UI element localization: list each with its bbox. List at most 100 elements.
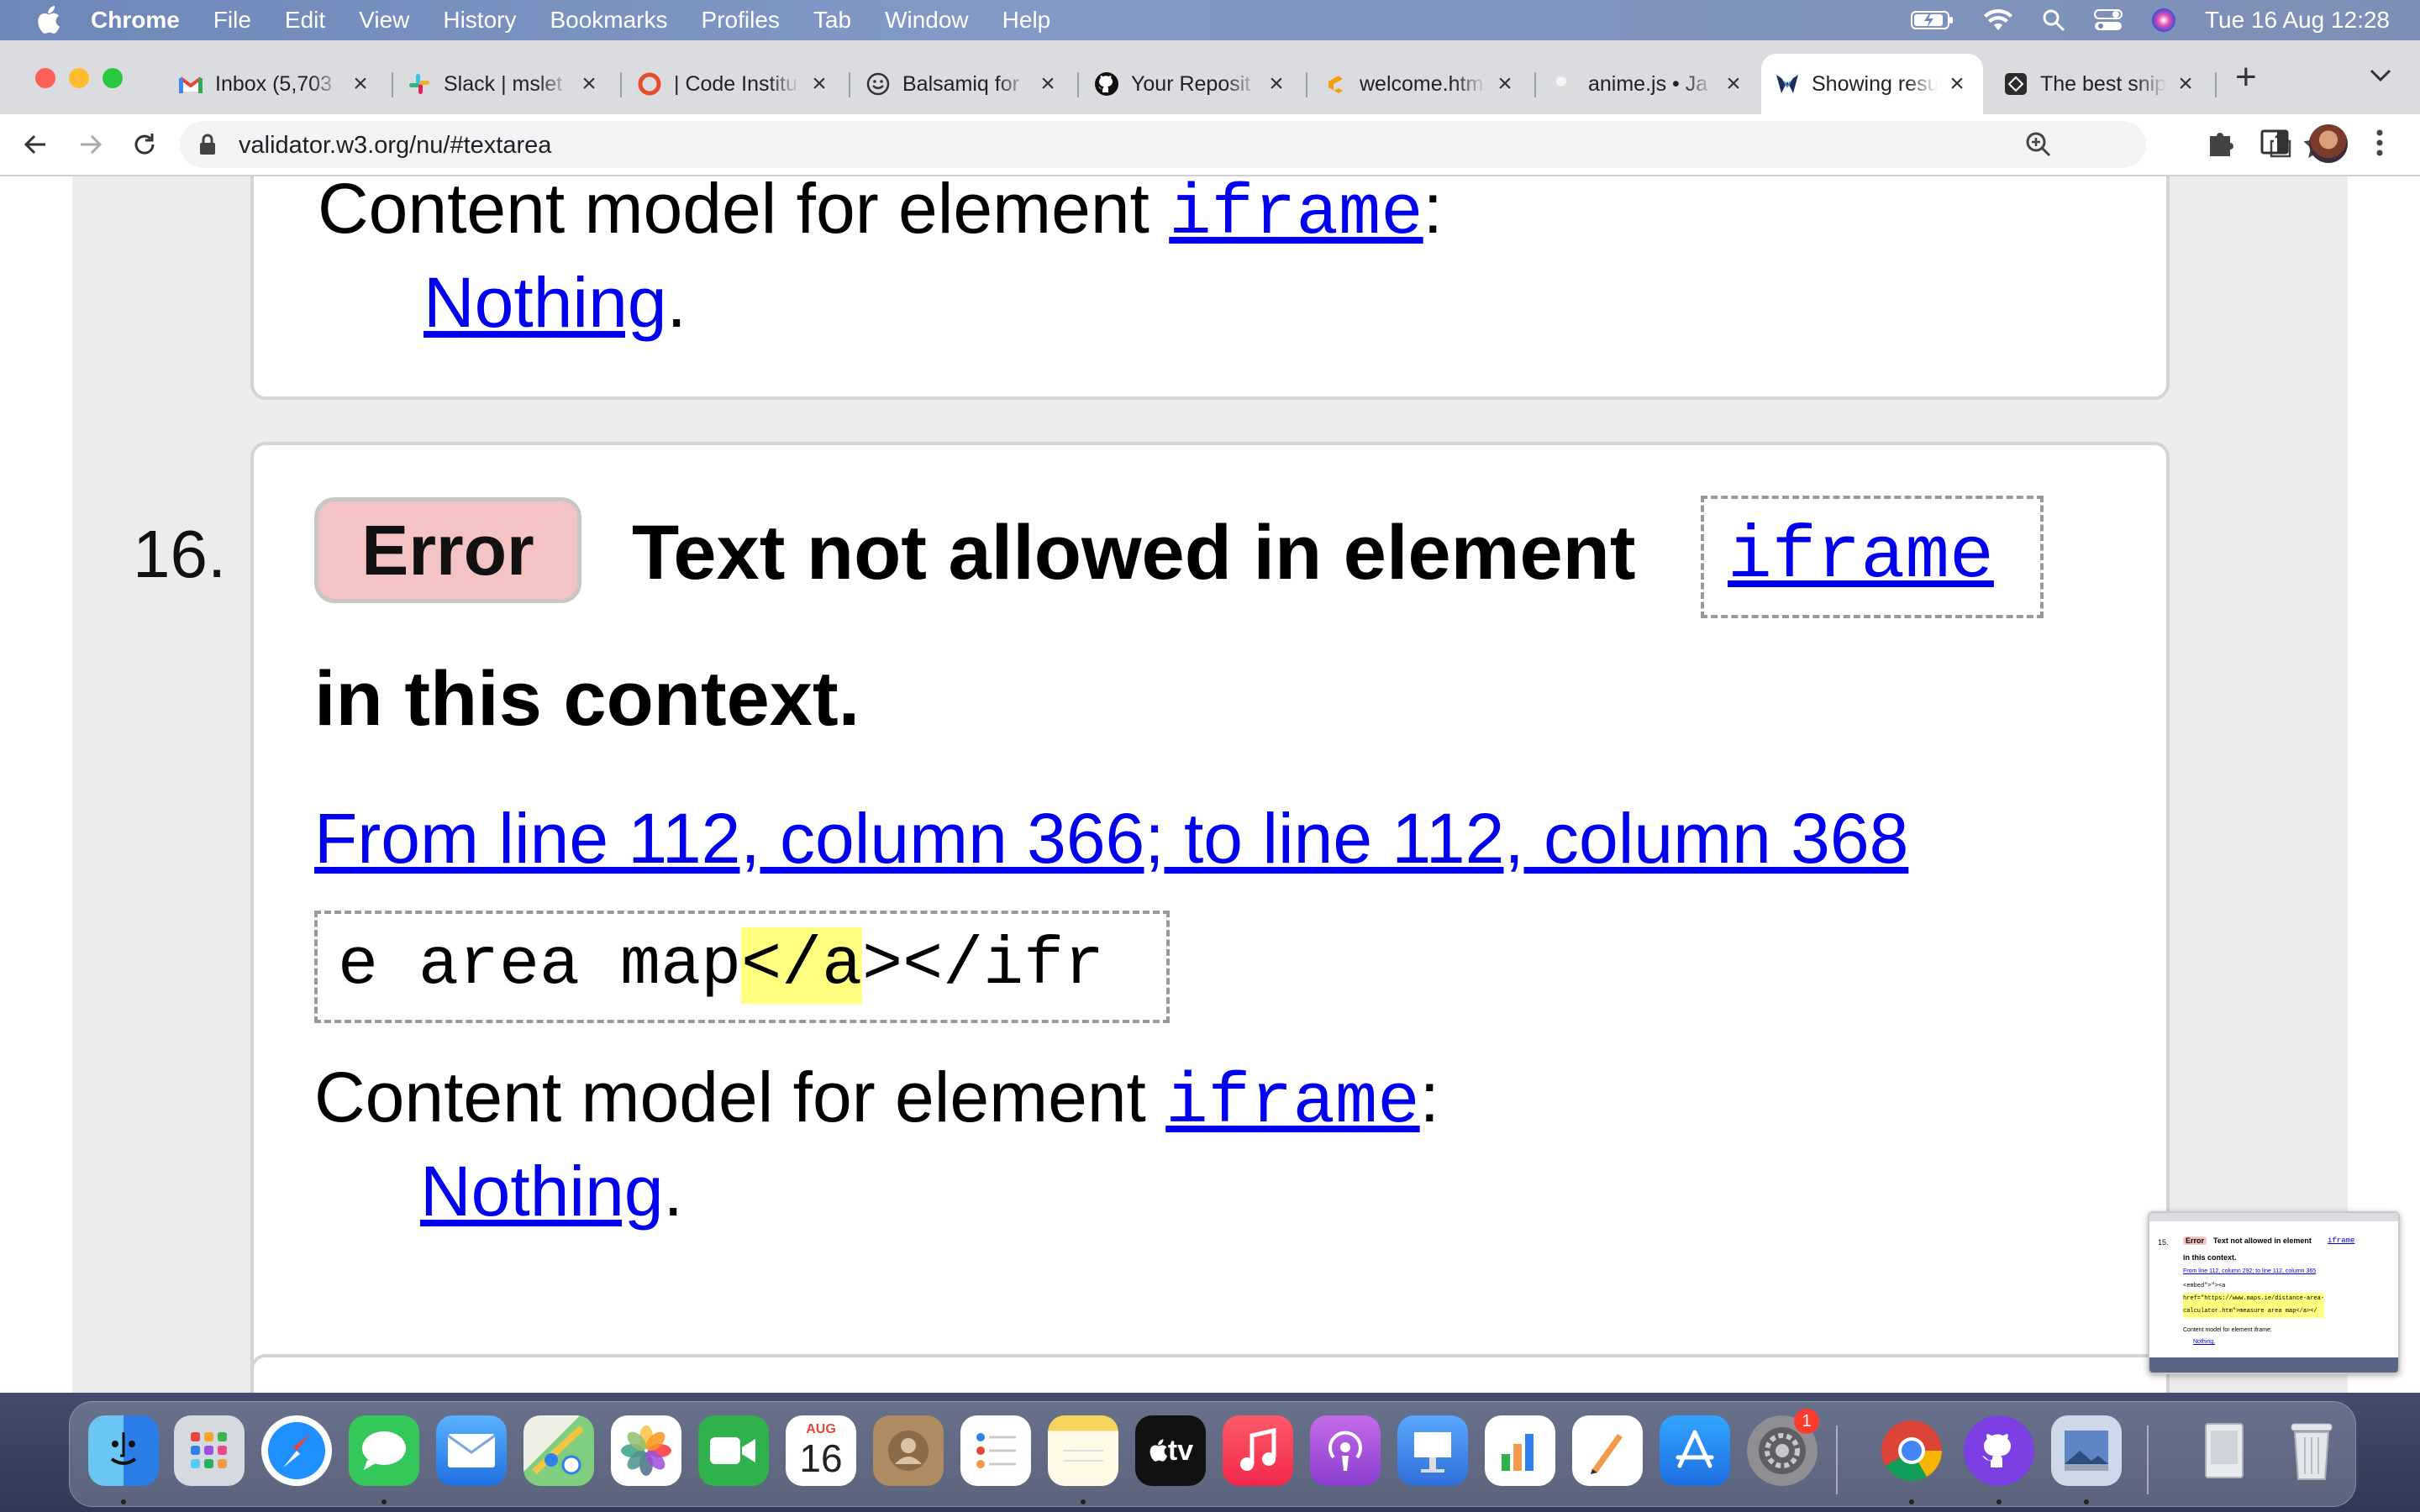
close-tab-icon[interactable]: × [1037,70,1059,97]
contacts-icon[interactable] [873,1415,944,1486]
chrome-menu-icon[interactable] [2375,128,2385,158]
mail-icon[interactable] [436,1415,507,1486]
apple-icon[interactable] [35,6,60,34]
extract-highlight: </a [741,927,863,1004]
new-tab-button[interactable]: + [2235,59,2257,96]
github-desktop-icon[interactable] [1964,1415,2034,1486]
close-tab-icon[interactable]: × [1494,70,1516,97]
element-link-iframe[interactable]: iframe [1165,1063,1419,1143]
close-tab-icon[interactable]: × [1265,70,1287,97]
element-link-iframe[interactable]: iframe [1728,516,1994,599]
close-tab-icon[interactable]: × [808,70,830,97]
menu-view[interactable]: View [359,7,409,34]
close-tab-icon[interactable]: × [2175,70,2196,97]
siri-icon[interactable] [2151,8,2176,33]
battery-icon[interactable] [1910,10,1954,30]
appletv-label: tv [1167,1434,1194,1467]
forward-button[interactable] [72,126,109,163]
nothing-link[interactable]: Nothing [420,1152,664,1231]
content-model-value: Nothing. [424,262,687,344]
keynote-icon[interactable] [1397,1415,1468,1486]
menu-profiles[interactable]: Profiles [702,7,780,34]
menu-file[interactable]: File [213,7,251,34]
colon-text: : [1419,1058,1440,1137]
spotlight-search-icon[interactable] [2042,8,2065,32]
thumb-code: <embed">"><a href="https://www.maps.ie/di… [2183,1280,2325,1318]
forward-arrow-icon [81,134,103,155]
launchpad-icon[interactable] [174,1415,245,1486]
reminders-icon[interactable] [960,1415,1031,1486]
thumb-dock [2149,1357,2398,1373]
tab-github[interactable]: Your Reposit × [1081,54,1297,114]
close-tab-icon[interactable]: × [1723,70,1744,97]
menu-edit[interactable]: Edit [285,7,325,34]
tab-separator [2215,72,2217,97]
tab-best-snippet[interactable]: The best snip × [1990,54,2212,114]
dock-separator [1836,1425,1838,1494]
tab-inbox[interactable]: Inbox (5,703 × [165,54,381,114]
menu-help[interactable]: Help [1002,7,1051,34]
minimize-window-button[interactable] [69,68,89,88]
side-panel-icon[interactable] [2260,128,2289,156]
page-viewport: Content model for element iframe: Nothin… [0,176,2420,1393]
tab-separator [1534,72,1536,97]
chrome-icon[interactable] [1876,1415,1947,1486]
pages-icon[interactable] [1572,1415,1643,1486]
tab-search-chevron-icon[interactable] [2370,69,2391,82]
close-tab-icon[interactable]: × [350,70,371,97]
menu-clock[interactable]: Tue 16 Aug 12:28 [2205,7,2390,34]
tab-code-institute[interactable]: | Code Institu × [623,54,840,114]
profile-avatar[interactable] [2309,124,2348,163]
tab-slack[interactable]: Slack | mslet × [393,54,610,114]
menu-window[interactable]: Window [885,7,969,34]
menu-tab[interactable]: Tab [813,7,851,34]
safari-icon[interactable] [261,1415,332,1486]
close-tab-icon[interactable]: × [578,70,600,97]
music-icon[interactable] [1223,1415,1293,1486]
tab-validator-results[interactable]: Showing resu × [1761,54,1983,114]
notes-icon[interactable] [1048,1415,1118,1486]
tab-label: Showing resu [1812,71,1938,96]
tab-balsamiq[interactable]: Balsamiq for × [852,54,1069,114]
menu-history[interactable]: History [443,7,516,34]
reload-button[interactable] [126,126,163,163]
url-text[interactable]: validator.w3.org/nu/#textarea [239,132,551,160]
appstore-icon[interactable] [1660,1415,1730,1486]
preview-icon[interactable] [2051,1415,2122,1486]
lock-icon[interactable] [198,133,217,156]
podcasts-icon[interactable] [1310,1415,1381,1486]
numbers-icon[interactable] [1485,1415,1555,1486]
address-bar[interactable]: validator.w3.org/nu/#textarea [180,121,2331,168]
messages-icon[interactable] [349,1415,419,1486]
calendar-icon[interactable]: AUG 16 [786,1415,856,1486]
code-extract: e area map</a></ifr [338,927,1104,1004]
tab-welcome-html[interactable]: welcome.htm × [1309,54,1526,114]
appletv-icon[interactable]: tv [1135,1415,1206,1486]
wifi-icon[interactable] [1983,8,2013,32]
running-indicator [2084,1499,2089,1504]
close-window-button[interactable] [35,68,55,88]
photos-icon[interactable] [611,1415,681,1486]
finder-icon[interactable] [88,1415,159,1486]
tab-anime-js[interactable]: anime.js • Ja × [1538,54,1754,114]
tab-label: welcome.htm [1360,71,1484,96]
maps-icon[interactable] [523,1415,594,1486]
zoom-window-button[interactable] [103,68,123,88]
location-link[interactable]: From line 112, column 366; to line 112, … [314,798,1908,879]
message-card-next [250,1354,2170,1393]
zoom-icon[interactable] [2025,131,2052,158]
anime-icon [1551,71,1576,97]
extensions-puzzle-icon[interactable] [2207,128,2235,158]
nothing-link[interactable]: Nothing [424,263,667,342]
control-center-icon[interactable] [2093,8,2123,32]
back-button[interactable] [17,126,54,163]
element-link-iframe[interactable]: iframe [1169,176,1423,255]
trash-icon[interactable] [2276,1415,2347,1486]
close-tab-icon[interactable]: × [1946,70,1968,97]
menu-app-name[interactable]: Chrome [91,7,180,34]
facetime-icon[interactable] [698,1415,769,1486]
tab-separator [620,72,622,97]
menu-bookmarks[interactable]: Bookmarks [550,7,667,34]
screenshot-thumbnail[interactable]: 15. Error Text not allowed in element if… [2148,1211,2400,1374]
downloads-stack-icon[interactable] [2189,1415,2260,1486]
